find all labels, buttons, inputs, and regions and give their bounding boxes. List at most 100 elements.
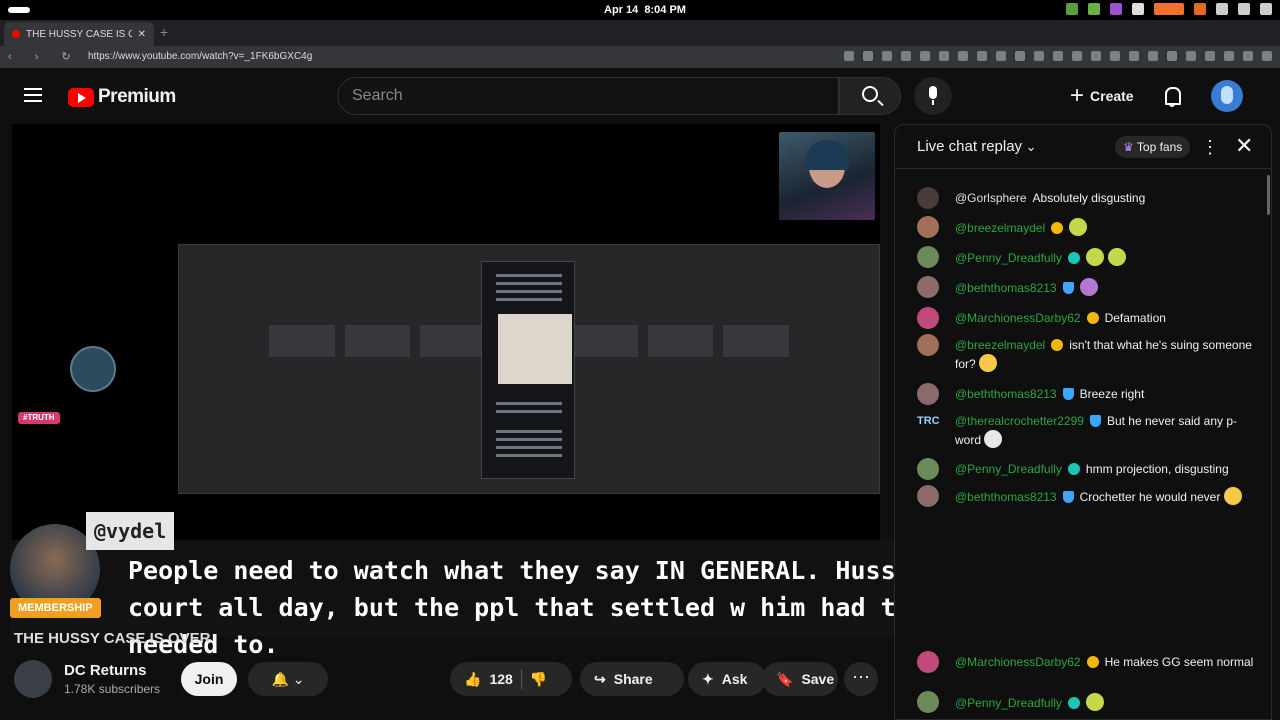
tray-app-icon[interactable] xyxy=(1132,3,1144,15)
extension-icon[interactable] xyxy=(1243,51,1253,61)
extension-icon[interactable] xyxy=(1091,51,1101,61)
save-button[interactable]: 🔖 Save xyxy=(762,662,838,696)
truth-tag: #TRUTH xyxy=(18,412,60,424)
chat-username[interactable]: @Penny_Dreadfully xyxy=(955,251,1062,265)
activities-indicator[interactable] xyxy=(8,7,30,13)
system-tray xyxy=(1066,3,1272,15)
extension-icon[interactable] xyxy=(958,51,968,61)
chat-username[interactable]: @beththomas8213 xyxy=(955,281,1057,295)
browser-tab[interactable]: THE HUSSY CASE IS OV ✕ xyxy=(4,22,154,46)
tray-app-icon[interactable] xyxy=(1088,3,1100,15)
extension-icon[interactable] xyxy=(1015,51,1025,61)
chat-username[interactable]: @Penny_Dreadfully xyxy=(955,462,1062,476)
extension-icon[interactable] xyxy=(920,51,930,61)
extension-icon[interactable] xyxy=(1167,51,1177,61)
create-button[interactable]: + Create xyxy=(1062,81,1142,111)
close-chat-icon[interactable]: ✕ xyxy=(1235,133,1253,159)
like-icon[interactable]: 👍 xyxy=(464,671,481,688)
chat-username[interactable]: @beththomas8213 xyxy=(955,490,1057,504)
skull-emoji-icon xyxy=(984,430,1003,448)
menu-icon[interactable] xyxy=(24,88,42,102)
tab-title: THE HUSSY CASE IS OV xyxy=(26,28,132,40)
power-icon[interactable] xyxy=(1260,3,1272,15)
member-badge-icon xyxy=(1067,463,1080,475)
dislike-icon[interactable]: 👎 xyxy=(530,671,547,688)
chat-username[interactable]: @Gorlsphere xyxy=(955,191,1027,205)
recording-indicator[interactable] xyxy=(1154,3,1184,15)
like-count[interactable]: 128 xyxy=(489,671,512,687)
chat-options-icon[interactable]: ⋮ xyxy=(1201,137,1219,158)
browser-toolbar: ‹ › ↻ https://www.youtube.com/watch?v=_1… xyxy=(0,46,1280,68)
extension-icon[interactable] xyxy=(1110,51,1120,61)
chat-text: Crochetter he would never xyxy=(1079,490,1221,504)
plus-icon: + xyxy=(1070,82,1085,109)
extension-icon[interactable] xyxy=(1224,51,1234,61)
join-button[interactable]: Join xyxy=(181,662,237,696)
chat-username[interactable]: @beththomas8213 xyxy=(955,387,1057,401)
extension-icon[interactable] xyxy=(939,51,949,61)
member-badge-icon xyxy=(1062,282,1074,294)
extension-icon[interactable] xyxy=(863,51,873,61)
extension-icon[interactable] xyxy=(844,51,854,61)
network-icon[interactable] xyxy=(1216,3,1228,15)
extension-icon[interactable] xyxy=(1034,51,1044,61)
extension-icon[interactable] xyxy=(882,51,892,61)
chat-mode-dropdown[interactable]: Live chat replay xyxy=(917,138,1037,155)
channel-avatar[interactable] xyxy=(14,660,52,698)
channel-name[interactable]: DC Returns xyxy=(64,662,147,679)
browser-nav-buttons[interactable]: ‹ › ↻ xyxy=(8,50,81,63)
share-button[interactable]: ↪ Share xyxy=(580,662,684,696)
top-fans-button[interactable]: ♛ Top fans xyxy=(1115,136,1191,158)
chat-avatar xyxy=(917,458,939,480)
tray-app-icon[interactable] xyxy=(1066,3,1078,15)
chat-username[interactable]: @Penny_Dreadfully xyxy=(955,696,1062,710)
extension-icon[interactable] xyxy=(901,51,911,61)
microphone-icon[interactable] xyxy=(1194,3,1206,15)
close-tab-icon[interactable]: ✕ xyxy=(138,29,146,40)
eye-roll-emoji-icon xyxy=(1223,487,1242,505)
tray-app-icon[interactable] xyxy=(1110,3,1122,15)
extension-icon[interactable] xyxy=(977,51,987,61)
voice-search-button[interactable] xyxy=(914,77,952,115)
extension-icon[interactable] xyxy=(1053,51,1063,61)
chat-username[interactable]: @breezelmaydel xyxy=(955,338,1045,352)
youtube-premium-logo[interactable]: Premium xyxy=(68,86,176,108)
chat-text: Breeze right xyxy=(1079,387,1145,401)
search-button[interactable] xyxy=(839,77,901,115)
notifications-bell-icon[interactable] xyxy=(1162,86,1182,107)
facepalm-emoji-icon xyxy=(1079,278,1098,296)
chat-username[interactable]: @breezelmaydel xyxy=(955,221,1045,235)
account-avatar[interactable] xyxy=(1211,80,1243,112)
new-tab-button[interactable]: + xyxy=(160,24,168,40)
post-photo xyxy=(498,314,572,384)
extension-icon[interactable] xyxy=(996,51,1006,61)
extension-icon[interactable] xyxy=(1072,51,1082,61)
member-badge-icon xyxy=(1062,491,1074,503)
chat-avatar xyxy=(917,691,939,713)
address-bar[interactable]: https://www.youtube.com/watch?v=_1FK6bGX… xyxy=(88,51,312,62)
chat-username[interactable]: @MarchionessDarby62 xyxy=(955,655,1081,669)
bookmark-icon: 🔖 xyxy=(776,670,794,687)
subscription-bell-button[interactable]: 🔔 ⌄ xyxy=(248,662,328,696)
social-post-image xyxy=(481,261,575,479)
system-clock[interactable]: Apr 14 8:04 PM xyxy=(604,4,686,16)
chat-text: hmm projection, disgusting xyxy=(1085,462,1229,476)
extension-icon[interactable] xyxy=(1129,51,1139,61)
extension-icon[interactable] xyxy=(1186,51,1196,61)
member-badge-icon xyxy=(1086,656,1099,668)
browser-menu-icon[interactable] xyxy=(1262,51,1272,61)
extension-icon[interactable] xyxy=(1148,51,1158,61)
chat-avatar xyxy=(917,276,939,298)
os-top-bar: Apr 14 8:04 PM xyxy=(0,0,1280,20)
search-input[interactable]: Search xyxy=(337,77,839,115)
more-actions-button[interactable]: ⋯ xyxy=(844,662,878,696)
chat-username[interactable]: @therealcrochetter2299 xyxy=(955,414,1084,428)
video-title: THE HUSSY CASE IS OVER xyxy=(14,630,211,647)
chat-scrollbar[interactable] xyxy=(1267,175,1270,215)
extension-icon[interactable] xyxy=(1205,51,1215,61)
sparkle-icon: ✦ xyxy=(702,670,714,687)
ask-button[interactable]: ✦ Ask xyxy=(688,662,766,696)
volume-icon[interactable] xyxy=(1238,3,1250,15)
chat-text: He makes GG seem normal xyxy=(1104,655,1254,669)
chat-username[interactable]: @MarchionessDarby62 xyxy=(955,311,1081,325)
